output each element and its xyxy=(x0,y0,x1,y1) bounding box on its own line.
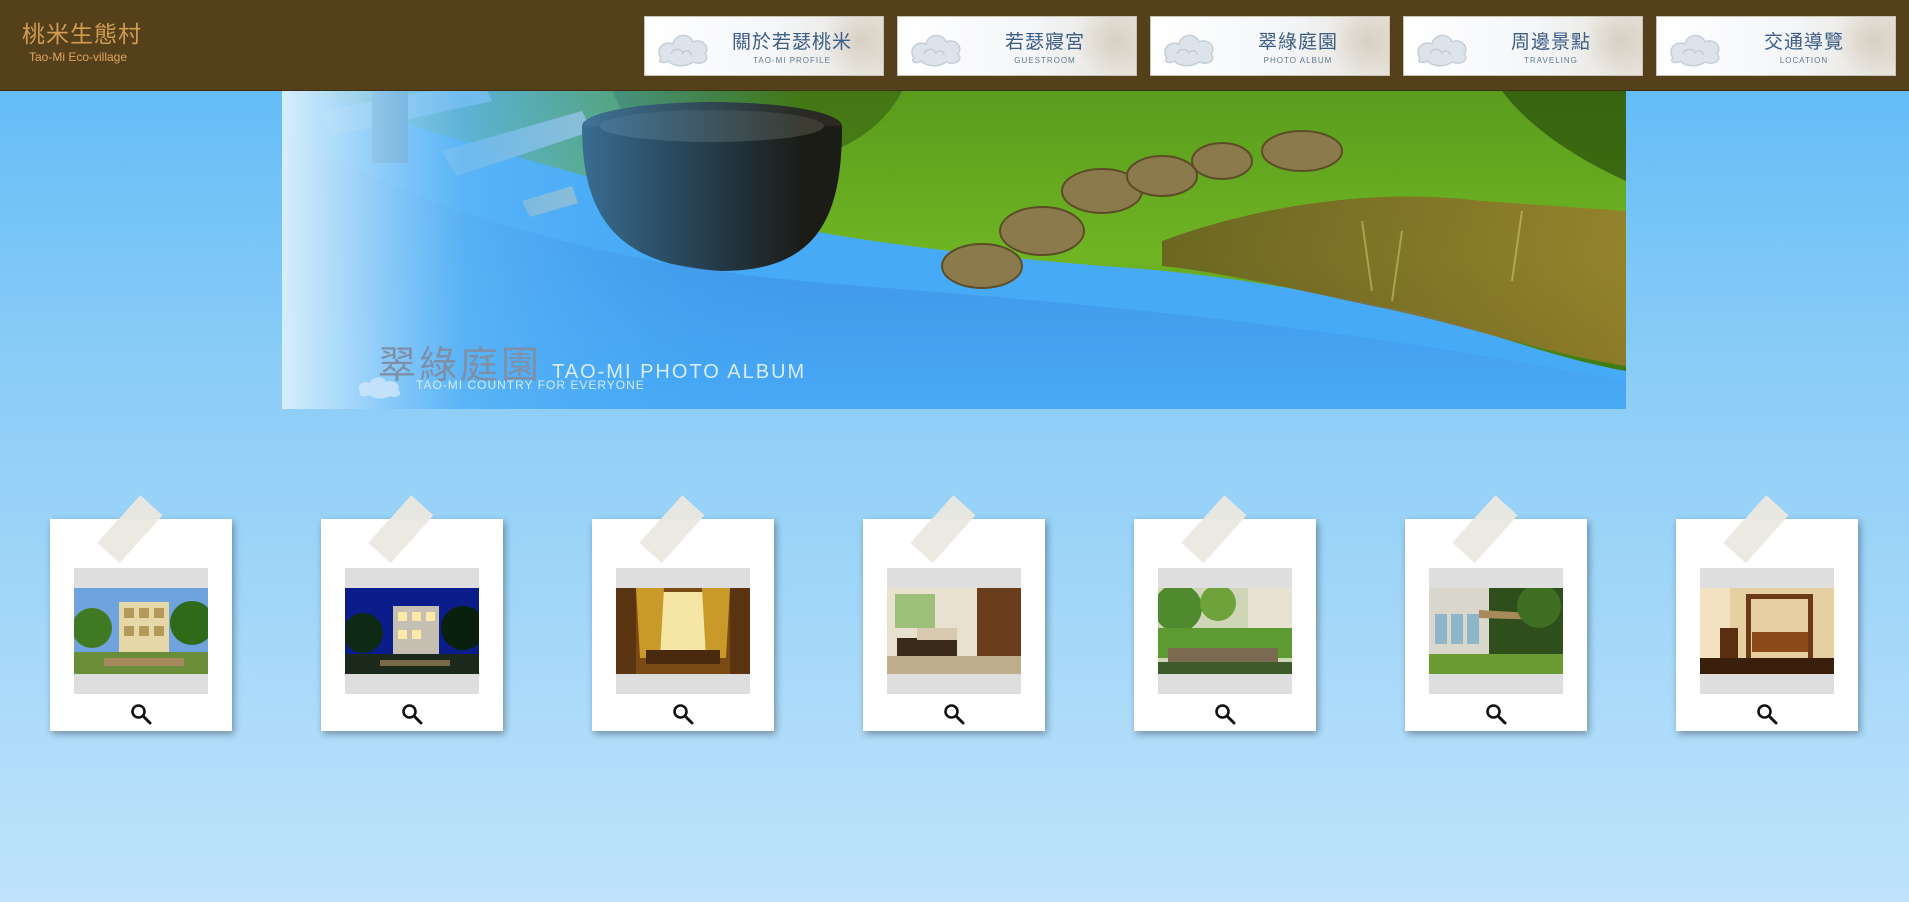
garden-pond-image xyxy=(1158,588,1292,674)
living-room-image xyxy=(887,588,1021,674)
photo-frame xyxy=(616,568,750,694)
photo-card[interactable] xyxy=(1134,495,1316,731)
garden-villa-image xyxy=(74,588,208,674)
nav-sublabel: GUESTROOM xyxy=(1014,56,1076,65)
photo-card[interactable] xyxy=(50,495,232,731)
magnifier-icon[interactable] xyxy=(130,703,152,725)
tape-decoration xyxy=(639,495,705,563)
nav-traveling-button[interactable]: 周邊景點 TRAVELING xyxy=(1403,16,1643,76)
photo-thumbnail[interactable] xyxy=(1158,588,1292,674)
nav-sublabel: PHOTO ALBUM xyxy=(1263,56,1333,65)
nav-sublabel: LOCATION xyxy=(1779,56,1829,65)
nav-photo-album-button[interactable]: 翠綠庭園 PHOTO ALBUM xyxy=(1150,16,1390,76)
photo-frame xyxy=(1158,568,1292,694)
tape-decoration xyxy=(97,495,163,563)
photo-card[interactable] xyxy=(1405,495,1587,731)
magnifier-icon[interactable] xyxy=(401,703,423,725)
tape-decoration xyxy=(1181,495,1247,563)
photo-card[interactable] xyxy=(321,495,503,731)
room-curtains-image xyxy=(616,588,750,674)
nav-location-button[interactable]: 交通導覽 LOCATION xyxy=(1656,16,1896,76)
magnifier-icon[interactable] xyxy=(943,703,965,725)
photo-card[interactable] xyxy=(1676,495,1858,731)
canopy-bedroom-image xyxy=(1700,588,1834,674)
nav-sublabel: TRAVELING xyxy=(1524,56,1578,65)
photo-gallery xyxy=(50,484,1859,744)
patio-lawn-image xyxy=(1429,588,1563,674)
photo-card[interactable] xyxy=(592,495,774,731)
photo-thumbnail[interactable] xyxy=(74,588,208,674)
tape-decoration xyxy=(1723,495,1789,563)
photo-frame xyxy=(74,568,208,694)
villa-night-image xyxy=(345,588,479,674)
nav-label: 關於若瑟桃米 xyxy=(731,31,852,53)
nav-label: 周邊景點 xyxy=(1510,31,1591,53)
photo-frame xyxy=(1700,568,1834,694)
logo-english: Tao-Mi Eco-village xyxy=(29,50,128,64)
nav-sublabel: TAO-MI PROFILE xyxy=(753,56,831,65)
photo-thumbnail[interactable] xyxy=(1700,588,1834,674)
photo-card[interactable] xyxy=(863,495,1045,731)
nav-guestroom-button[interactable]: 若瑟寢宮 GUESTROOM xyxy=(897,16,1137,76)
site-logo[interactable]: 桃米生態村 Tao-Mi Eco-village xyxy=(22,22,142,64)
photo-frame xyxy=(345,568,479,694)
tape-decoration xyxy=(1452,495,1518,563)
photo-thumbnail[interactable] xyxy=(887,588,1021,674)
nav-label: 翠綠庭園 xyxy=(1257,31,1338,53)
photo-frame xyxy=(1429,568,1563,694)
tape-decoration xyxy=(368,495,434,563)
tape-decoration xyxy=(910,495,976,563)
cloud-icon xyxy=(358,377,401,399)
main-nav: 關於若瑟桃米 TAO-MI PROFILE 若瑟寢宮 GUESTROOM 翠綠庭… xyxy=(644,16,1896,76)
site-header: 桃米生態村 Tao-Mi Eco-village 關於若瑟桃米 TAO-MI P… xyxy=(0,0,1909,91)
photo-thumbnail[interactable] xyxy=(616,588,750,674)
nav-profile-button[interactable]: 關於若瑟桃米 TAO-MI PROFILE xyxy=(644,16,884,76)
photo-thumbnail[interactable] xyxy=(1429,588,1563,674)
magnifier-icon[interactable] xyxy=(1756,703,1778,725)
magnifier-icon[interactable] xyxy=(1485,703,1507,725)
photo-thumbnail[interactable] xyxy=(345,588,479,674)
banner-subtitle: TAO-MI COUNTRY FOR EVERYONE xyxy=(416,378,645,392)
logo-chinese: 桃米生態村 xyxy=(22,22,142,48)
nav-label: 若瑟寢宮 xyxy=(1004,31,1085,53)
photo-frame xyxy=(887,568,1021,694)
magnifier-icon[interactable] xyxy=(1214,703,1236,725)
nav-label: 交通導覽 xyxy=(1763,31,1844,53)
photo-album-banner: 翠綠庭園 TAO-MI PHOTO ALBUM TAO-MI COUNTRY F… xyxy=(282,91,1626,409)
magnifier-icon[interactable] xyxy=(672,703,694,725)
